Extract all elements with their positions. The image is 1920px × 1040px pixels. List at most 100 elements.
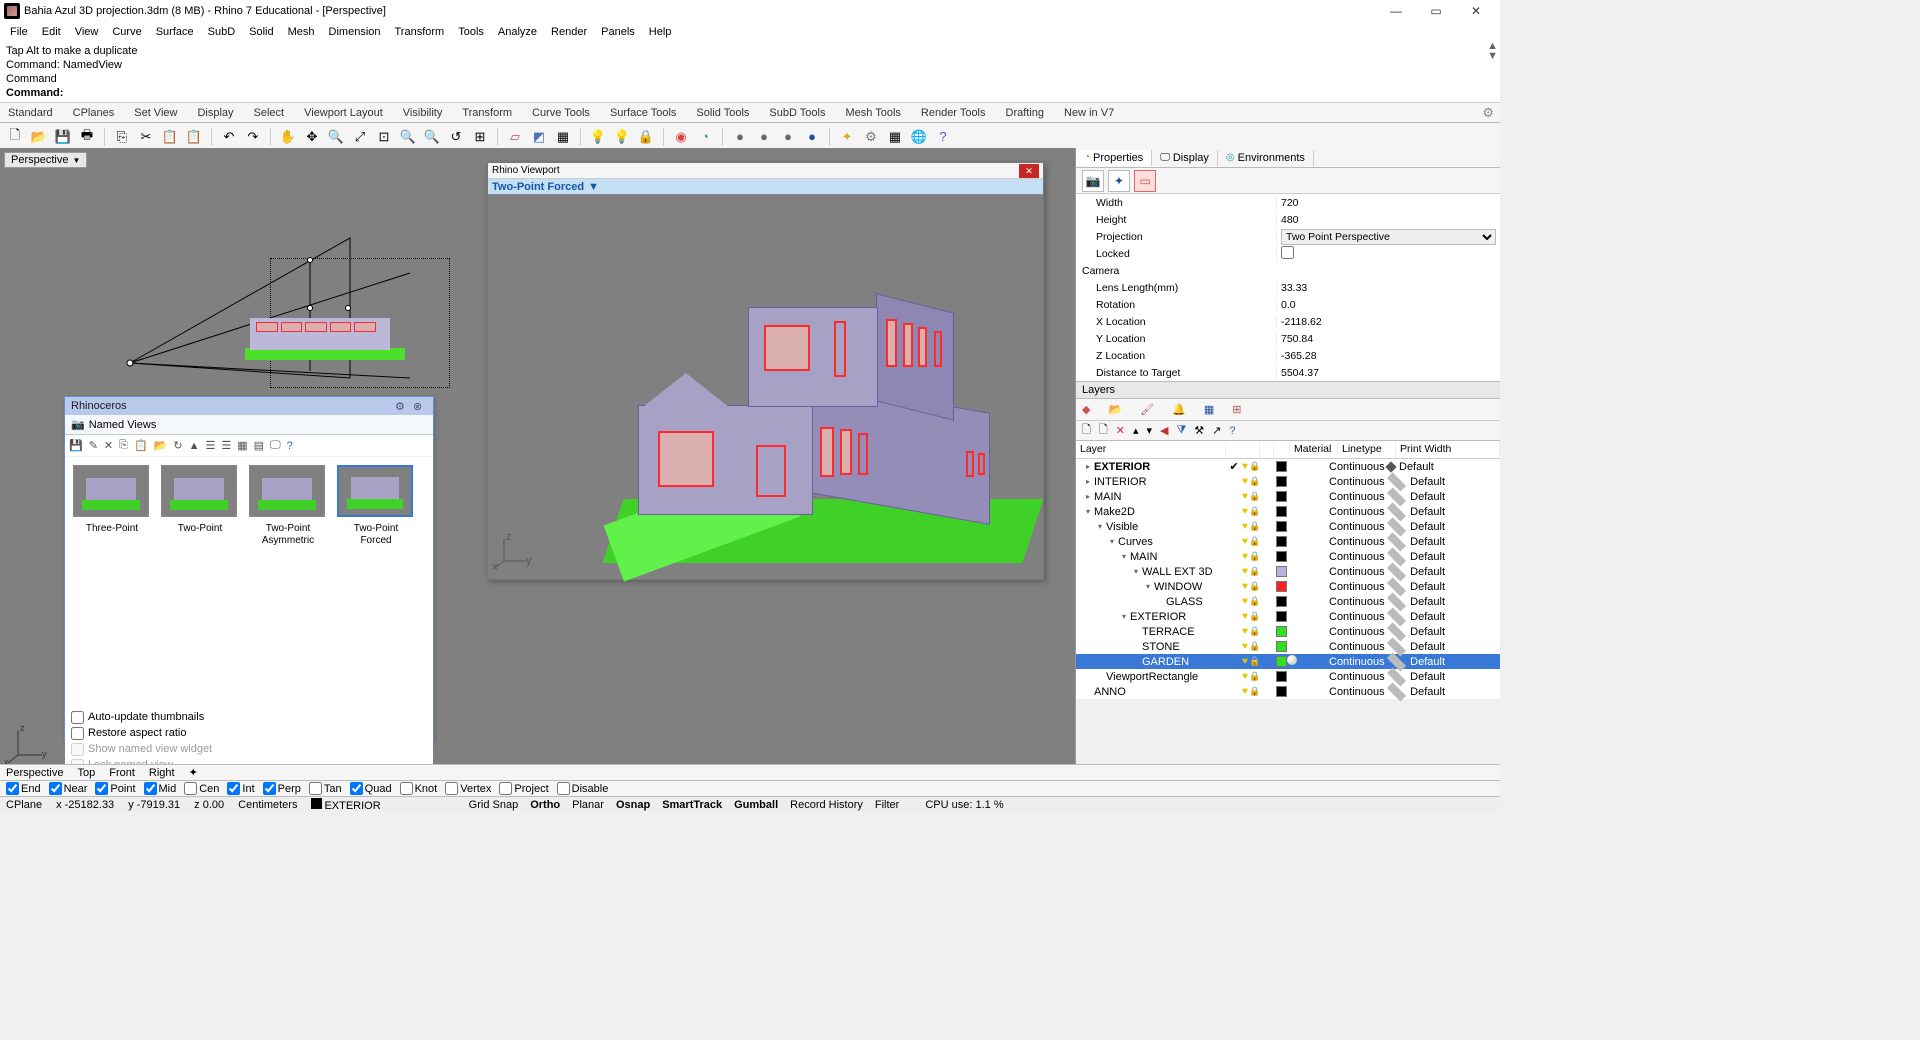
lock-icon[interactable]: 🔒 bbox=[1249, 566, 1260, 577]
lightbulb-icon[interactable]: ♥ bbox=[1242, 656, 1248, 667]
menu-surface[interactable]: Surface bbox=[150, 24, 200, 40]
locked-checkbox[interactable] bbox=[1276, 246, 1500, 262]
delete-icon[interactable]: ✕ bbox=[104, 439, 113, 452]
layer-row[interactable]: TERRACE♥🔒ContinuousDefault bbox=[1076, 624, 1500, 639]
layer-row[interactable]: ViewportRectangle♥🔒ContinuousDefault bbox=[1076, 669, 1500, 684]
pan-icon[interactable]: ✋ bbox=[279, 128, 297, 146]
menu-subd[interactable]: SubD bbox=[202, 24, 242, 40]
lightbulb-icon[interactable]: ♥ bbox=[1242, 476, 1248, 487]
options-icon[interactable]: ⚙ bbox=[862, 128, 880, 146]
lock-icon[interactable]: 🔒 bbox=[1249, 551, 1260, 562]
named-views-panel[interactable]: Rhinoceros ⚙ ⊗ 📷 Named Views 💾 ✎ ✕ ⎘ 📋 📂… bbox=[64, 396, 434, 742]
layer-row[interactable]: ▾Make2D♥🔒ContinuousDefault bbox=[1076, 504, 1500, 519]
x-location-field[interactable]: -2118.62 bbox=[1276, 316, 1500, 328]
layer-printwidth[interactable]: Default bbox=[1387, 581, 1445, 593]
layer-color-swatch[interactable] bbox=[1276, 491, 1287, 502]
filter2-icon[interactable]: ☰ bbox=[221, 439, 231, 452]
layer-printwidth[interactable]: Default bbox=[1387, 476, 1445, 488]
print-icon[interactable]: 🖶 bbox=[78, 128, 96, 146]
layer-color-swatch[interactable] bbox=[1276, 521, 1287, 532]
layer-color-swatch[interactable] bbox=[1276, 611, 1287, 622]
new-layer-icon[interactable]: 🗋 bbox=[1082, 421, 1091, 440]
menu-transform[interactable]: Transform bbox=[389, 24, 451, 40]
tool-icon[interactable]: ⚒ bbox=[1194, 424, 1204, 437]
zoom-icon[interactable]: 🔍 bbox=[327, 128, 345, 146]
osnap-project[interactable]: Project bbox=[499, 782, 548, 795]
edit-icon[interactable]: ↗ bbox=[1212, 424, 1221, 437]
render-icon[interactable]: ● bbox=[731, 128, 749, 146]
lock-icon[interactable]: 🔒 bbox=[1249, 476, 1260, 487]
layer-linetype[interactable]: Continuous bbox=[1329, 611, 1387, 623]
layer-printwidth[interactable]: Default bbox=[1387, 461, 1445, 473]
layer-printwidth[interactable]: Default bbox=[1387, 686, 1445, 698]
toolbar-tab[interactable]: Drafting bbox=[1006, 107, 1045, 119]
status-toggle-ortho[interactable]: Ortho bbox=[530, 799, 560, 811]
layer-printwidth[interactable]: Default bbox=[1387, 656, 1445, 668]
menu-file[interactable]: File bbox=[4, 24, 34, 40]
layer-printwidth[interactable]: Default bbox=[1387, 611, 1445, 623]
restore-aspect-option[interactable]: Restore aspect ratio bbox=[71, 725, 427, 741]
layer-col-header[interactable]: Layer bbox=[1076, 441, 1226, 458]
layer-linetype[interactable]: Continuous bbox=[1329, 551, 1387, 563]
redo-icon[interactable]: ↷ bbox=[244, 128, 262, 146]
layer-printwidth[interactable]: Default bbox=[1387, 506, 1445, 518]
layer-linetype[interactable]: Continuous bbox=[1329, 536, 1387, 548]
lightbulb-icon[interactable]: ♥ bbox=[1242, 461, 1248, 472]
layer-row[interactable]: ▸INTERIOR♥🔒ContinuousDefault bbox=[1076, 474, 1500, 489]
notification-icon[interactable]: 🔔 bbox=[1172, 403, 1186, 416]
help-icon[interactable]: ? bbox=[1229, 425, 1235, 437]
osnap-vertex[interactable]: Vertex bbox=[445, 782, 491, 795]
layer-color-swatch[interactable] bbox=[1276, 476, 1287, 487]
layer-tab-icon[interactable]: ◆ bbox=[1082, 403, 1090, 416]
menu-edit[interactable]: Edit bbox=[36, 24, 67, 40]
layer-row[interactable]: ▸MAIN♥🔒ContinuousDefault bbox=[1076, 489, 1500, 504]
status-toggle-recordhistory[interactable]: Record History bbox=[790, 799, 863, 811]
lightbulb-icon[interactable]: ♥ bbox=[1242, 521, 1248, 532]
layer-row[interactable]: ▾MAIN♥🔒ContinuousDefault bbox=[1076, 549, 1500, 564]
z-location-field[interactable]: -365.28 bbox=[1276, 350, 1500, 362]
new-icon[interactable]: 🗋 bbox=[6, 128, 24, 146]
save-icon[interactable]: 💾 bbox=[54, 128, 72, 146]
status-toggle-osnap[interactable]: Osnap bbox=[616, 799, 650, 811]
show-icon[interactable]: 💡 bbox=[613, 128, 631, 146]
layer-color-swatch[interactable] bbox=[1276, 656, 1287, 667]
monitor-icon[interactable]: 🖵 bbox=[270, 439, 281, 452]
view-tab-front[interactable]: Front bbox=[109, 767, 135, 779]
layer-printwidth[interactable]: Default bbox=[1387, 596, 1445, 608]
lightbulb-icon[interactable]: ♥ bbox=[1242, 581, 1248, 592]
view-tab-top[interactable]: Top bbox=[77, 767, 95, 779]
lock-icon[interactable]: 🔒 bbox=[1249, 671, 1260, 682]
camera-frustum-gizmo[interactable] bbox=[120, 208, 440, 388]
layers-icon[interactable]: ◉ bbox=[672, 128, 690, 146]
help-icon[interactable]: ? bbox=[287, 440, 293, 452]
up-icon[interactable]: ▲ bbox=[189, 440, 200, 452]
undo-icon[interactable]: ↶ bbox=[220, 128, 238, 146]
floating-viewport-mode[interactable]: Two-Point Forced▼ bbox=[488, 179, 1043, 195]
minimize-button[interactable]: — bbox=[1376, 0, 1416, 22]
delete-layer-icon[interactable]: ✕ bbox=[1116, 424, 1125, 437]
auto-update-option[interactable]: Auto-update thumbnails bbox=[71, 709, 427, 725]
lock-icon[interactable]: 🔒 bbox=[637, 128, 655, 146]
command-history[interactable]: Tap Alt to make a duplicate Command: Nam… bbox=[0, 42, 1500, 103]
save-view-icon[interactable]: 💾 bbox=[69, 439, 83, 452]
lock-icon[interactable]: 🔒 bbox=[1249, 461, 1260, 472]
layer-row[interactable]: ▾EXTERIOR♥🔒ContinuousDefault bbox=[1076, 609, 1500, 624]
layer-printwidth[interactable]: Default bbox=[1387, 521, 1445, 533]
osnap-end[interactable]: End bbox=[6, 782, 41, 795]
layer-printwidth[interactable]: Default bbox=[1387, 626, 1445, 638]
layer-linetype[interactable]: Continuous bbox=[1329, 641, 1387, 653]
copy-icon[interactable]: ⎘ bbox=[119, 439, 128, 452]
named-views-tab[interactable]: Named Views bbox=[89, 419, 157, 431]
layer-printwidth[interactable]: Default bbox=[1387, 671, 1445, 683]
toolbar-tab[interactable]: Solid Tools bbox=[696, 107, 749, 119]
move-down-icon[interactable]: ▾ bbox=[1146, 424, 1152, 437]
document-props-icon[interactable]: ▦ bbox=[886, 128, 904, 146]
zoom-selected-icon[interactable]: 🔍 bbox=[399, 128, 417, 146]
layer-printwidth[interactable]: Default bbox=[1387, 641, 1445, 653]
menu-tools[interactable]: Tools bbox=[452, 24, 490, 40]
viewport-area[interactable]: Perspective▼ Rhino View bbox=[0, 148, 1075, 780]
toolbar-tab[interactable]: Transform bbox=[462, 107, 512, 119]
toolbar-tab[interactable]: Display bbox=[197, 107, 233, 119]
toolbar-options-icon[interactable]: ⚙ bbox=[1482, 105, 1494, 121]
lock-icon[interactable]: 🔒 bbox=[1249, 626, 1260, 637]
